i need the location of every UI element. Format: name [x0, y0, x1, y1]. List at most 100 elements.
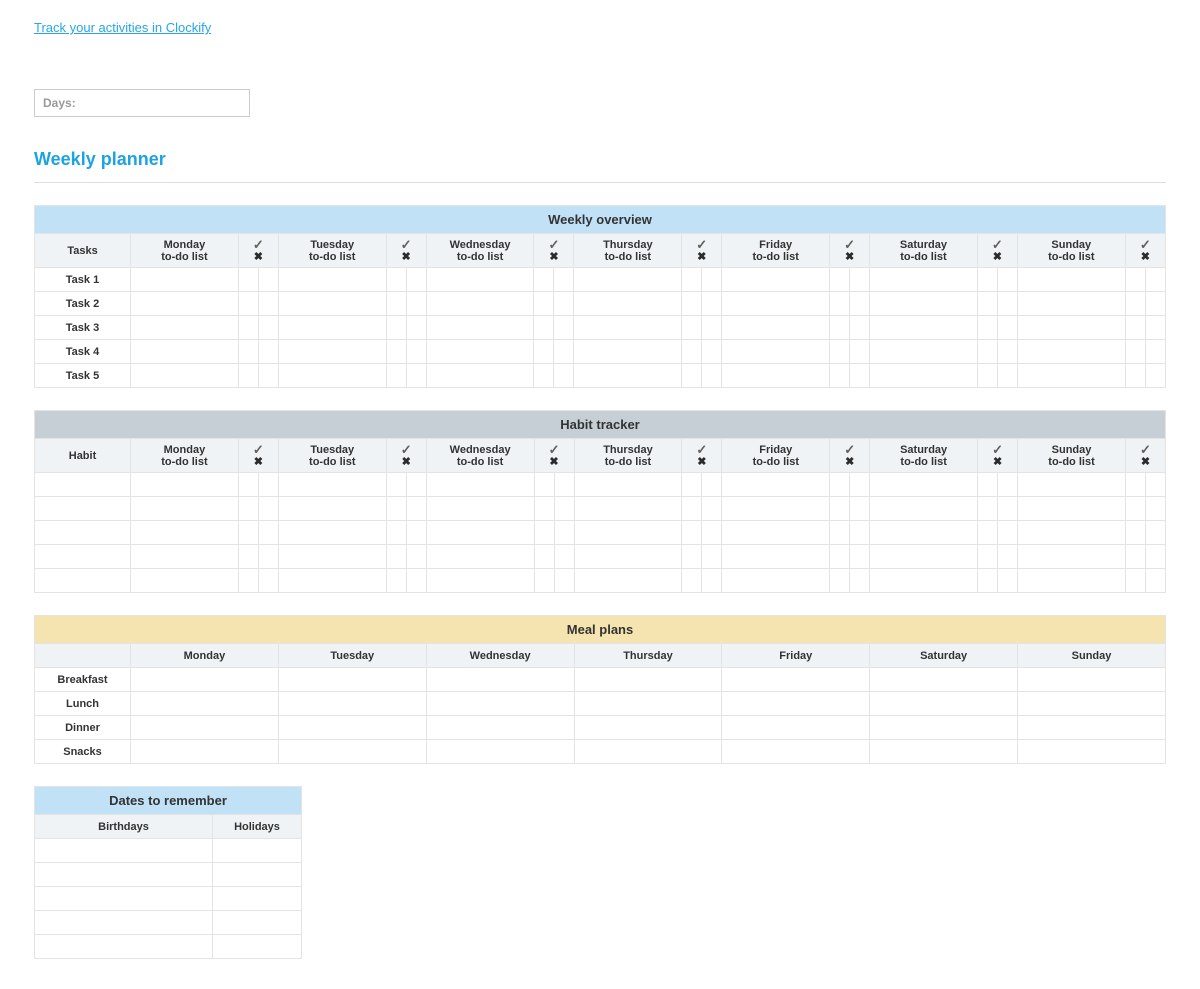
mp-cell[interactable] [426, 692, 574, 716]
check-cell[interactable] [682, 268, 702, 292]
mp-cell[interactable] [1018, 668, 1166, 692]
cross-cell[interactable] [1145, 340, 1165, 364]
cross-cell[interactable] [997, 316, 1017, 340]
cell[interactable] [278, 292, 386, 316]
check-cell[interactable] [682, 521, 702, 545]
check-cell[interactable] [977, 316, 997, 340]
check-cell[interactable] [977, 292, 997, 316]
cell[interactable] [131, 569, 239, 593]
check-cell[interactable] [534, 364, 554, 388]
cell[interactable] [870, 473, 978, 497]
cell[interactable] [278, 545, 386, 569]
mp-cell[interactable] [870, 716, 1018, 740]
cross-cell[interactable] [258, 364, 278, 388]
cross-cell[interactable] [997, 268, 1017, 292]
cell[interactable] [131, 545, 239, 569]
check-cell[interactable] [682, 316, 702, 340]
cross-cell[interactable] [554, 545, 574, 569]
check-cell[interactable] [830, 497, 850, 521]
cell[interactable] [574, 316, 682, 340]
check-cell[interactable] [1125, 340, 1145, 364]
mp-cell[interactable] [278, 668, 426, 692]
cross-cell[interactable] [406, 292, 426, 316]
mp-cell[interactable] [426, 668, 574, 692]
cross-cell[interactable] [554, 364, 574, 388]
cell[interactable] [426, 497, 534, 521]
cell[interactable] [870, 316, 978, 340]
cell[interactable] [574, 497, 682, 521]
birthday-cell[interactable] [35, 887, 213, 911]
mp-cell[interactable] [870, 692, 1018, 716]
cell[interactable] [722, 364, 830, 388]
cross-cell[interactable] [258, 268, 278, 292]
cross-cell[interactable] [850, 569, 870, 593]
cross-cell[interactable] [406, 364, 426, 388]
birthday-cell[interactable] [35, 839, 213, 863]
cross-cell[interactable] [554, 340, 574, 364]
check-cell[interactable] [682, 364, 702, 388]
birthday-cell[interactable] [35, 911, 213, 935]
cross-cell[interactable] [1145, 545, 1165, 569]
check-cell[interactable] [238, 364, 258, 388]
cell[interactable] [278, 569, 386, 593]
cross-cell[interactable] [850, 545, 870, 569]
mp-cell[interactable] [870, 740, 1018, 764]
check-cell[interactable] [238, 340, 258, 364]
cross-cell[interactable] [406, 268, 426, 292]
cell[interactable] [1017, 316, 1125, 340]
check-cell[interactable] [238, 569, 258, 593]
check-cell[interactable] [534, 569, 554, 593]
check-cell[interactable] [238, 268, 258, 292]
birthday-cell[interactable] [35, 863, 213, 887]
check-cell[interactable] [1125, 364, 1145, 388]
mp-cell[interactable] [131, 740, 279, 764]
cell[interactable] [722, 569, 830, 593]
check-cell[interactable] [534, 340, 554, 364]
mp-cell[interactable] [278, 692, 426, 716]
cell[interactable] [870, 340, 978, 364]
mp-cell[interactable] [278, 740, 426, 764]
check-cell[interactable] [830, 569, 850, 593]
cell[interactable] [722, 545, 830, 569]
birthday-cell[interactable] [35, 935, 213, 959]
cross-cell[interactable] [554, 497, 574, 521]
cell[interactable] [278, 340, 386, 364]
cross-cell[interactable] [258, 316, 278, 340]
cross-cell[interactable] [702, 340, 722, 364]
cross-cell[interactable] [997, 364, 1017, 388]
cell[interactable] [722, 316, 830, 340]
cell[interactable] [870, 268, 978, 292]
check-cell[interactable] [534, 521, 554, 545]
mp-cell[interactable] [574, 716, 722, 740]
check-cell[interactable] [534, 292, 554, 316]
cell[interactable] [870, 569, 978, 593]
cross-cell[interactable] [406, 473, 426, 497]
mp-cell[interactable] [426, 740, 574, 764]
cross-cell[interactable] [406, 340, 426, 364]
cell[interactable] [131, 340, 239, 364]
cross-cell[interactable] [554, 473, 574, 497]
cell[interactable] [131, 316, 239, 340]
check-cell[interactable] [1125, 497, 1145, 521]
cross-cell[interactable] [258, 569, 278, 593]
cross-cell[interactable] [1145, 473, 1165, 497]
cell[interactable] [278, 497, 386, 521]
cross-cell[interactable] [998, 497, 1018, 521]
holiday-cell[interactable] [213, 935, 302, 959]
cell[interactable] [1017, 292, 1125, 316]
mp-cell[interactable] [131, 692, 279, 716]
mp-cell[interactable] [574, 668, 722, 692]
cell[interactable] [278, 268, 386, 292]
check-cell[interactable] [978, 569, 998, 593]
check-cell[interactable] [830, 268, 850, 292]
cross-cell[interactable] [850, 497, 870, 521]
cross-cell[interactable] [258, 292, 278, 316]
cell[interactable] [574, 340, 682, 364]
cross-cell[interactable] [406, 569, 426, 593]
cell[interactable] [1018, 521, 1126, 545]
cross-cell[interactable] [406, 316, 426, 340]
check-cell[interactable] [830, 521, 850, 545]
cross-cell[interactable] [702, 316, 722, 340]
cross-cell[interactable] [998, 569, 1018, 593]
track-link[interactable]: Track your activities in Clockify [34, 20, 211, 35]
